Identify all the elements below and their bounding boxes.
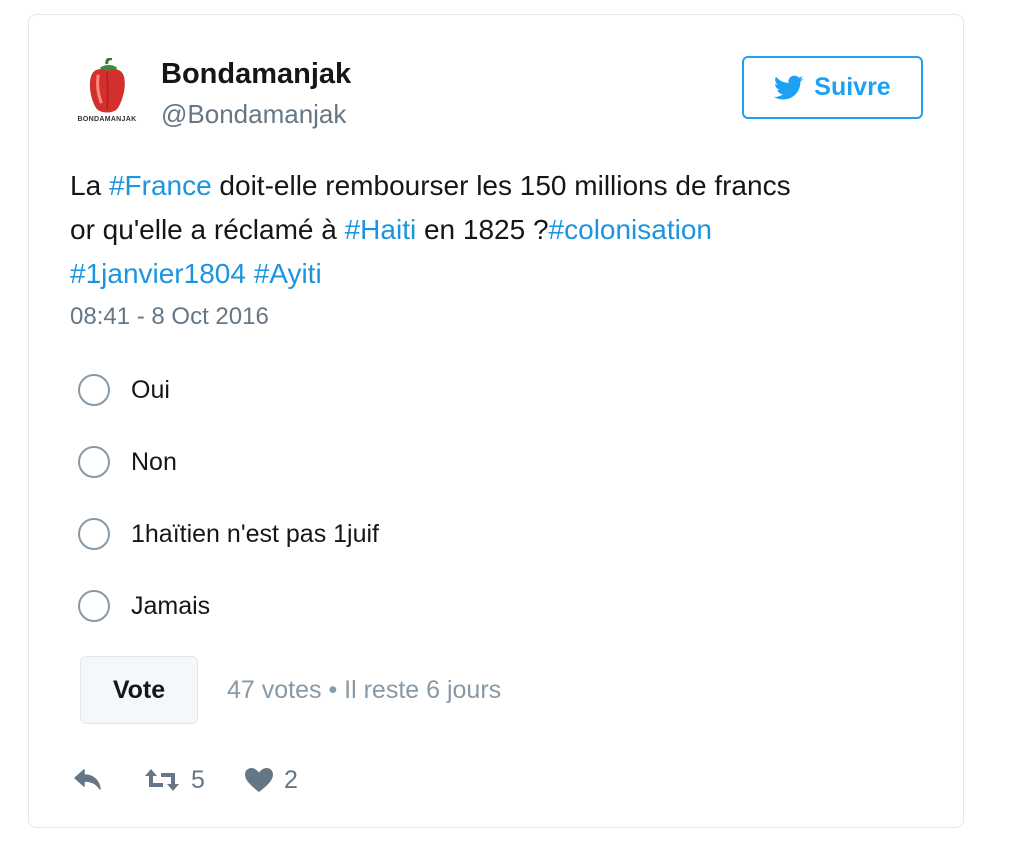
tweet-text: La #France doit-elle rembourser les 150 … — [70, 164, 920, 296]
poll-option-label: Non — [131, 447, 177, 476]
reply-button[interactable] — [72, 765, 104, 795]
poll-option[interactable]: Oui — [78, 370, 170, 410]
poll-option[interactable]: Jamais — [78, 586, 210, 626]
poll-meta: 47 votes • Il reste 6 jours — [227, 676, 502, 704]
tweet-text-segment: La — [70, 170, 109, 201]
retweet-count: 5 — [191, 765, 205, 794]
poll-option-label: Oui — [131, 375, 170, 404]
tweet-text-segment: en 1825 ? — [416, 214, 549, 245]
follow-button[interactable]: Suivre — [742, 56, 923, 119]
hashtag-link[interactable]: #Haiti — [345, 214, 417, 245]
tweet-text-segment: or qu'elle a réclamé à — [70, 214, 345, 245]
poll-option[interactable]: 1haïtien n'est pas 1juif — [78, 514, 379, 554]
reply-icon — [74, 769, 101, 790]
poll-option[interactable]: Non — [78, 442, 177, 482]
twitter-bird-icon — [774, 75, 804, 99]
vote-button[interactable]: Vote — [80, 656, 198, 724]
heart-icon — [245, 768, 273, 792]
hashtag-link[interactable]: #Ayiti — [254, 258, 322, 289]
hashtag-link[interactable]: #1janvier1804 — [70, 258, 246, 289]
avatar[interactable]: BONDAMANJAK — [70, 57, 144, 132]
author-display-name[interactable]: Bondamanjak — [161, 58, 351, 91]
avatar-brand-text: BONDAMANJAK — [77, 116, 137, 123]
red-pepper-icon — [89, 57, 125, 113]
like-count: 2 — [284, 765, 298, 794]
radio-button[interactable] — [78, 446, 110, 478]
poll-option-label: 1haïtien n'est pas 1juif — [131, 519, 379, 548]
poll-option-label: Jamais — [131, 591, 211, 620]
radio-button[interactable] — [78, 590, 110, 622]
author-handle[interactable]: @Bondamanjak — [161, 99, 346, 130]
tweet-text-segment: doit-elle rembourser les 150 millions de… — [211, 170, 791, 201]
retweet-icon — [145, 769, 179, 791]
radio-button[interactable] — [78, 518, 110, 550]
follow-button-label: Suivre — [814, 73, 891, 101]
tweet-timestamp[interactable]: 08:41 - 8 Oct 2016 — [70, 303, 269, 331]
tweet-text-segment — [246, 258, 254, 289]
hashtag-link[interactable]: #France — [109, 170, 212, 201]
like-button[interactable]: 2 — [244, 765, 298, 795]
radio-button[interactable] — [78, 374, 110, 406]
hashtag-link[interactable]: #colonisation — [549, 214, 712, 245]
retweet-button[interactable]: 5 — [143, 765, 205, 795]
